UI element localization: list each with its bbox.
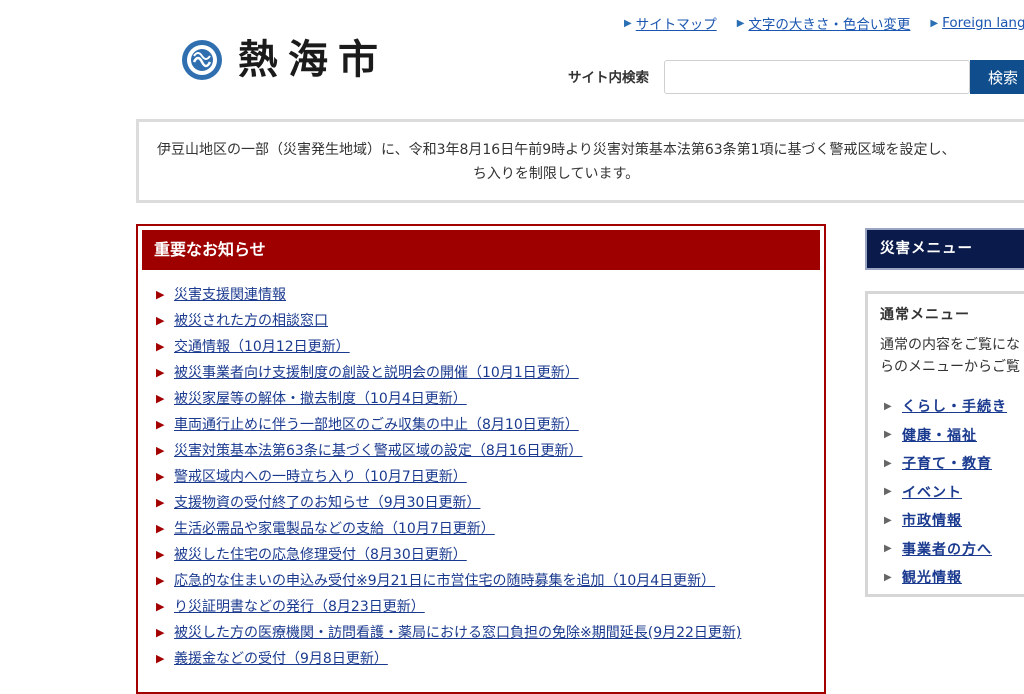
list-item: ▶ 応急的な住まいの申込み受付※9月21日に市営住宅の随時募集を追加（10月4日更… bbox=[156, 568, 741, 594]
logo-text: 熱海市 bbox=[238, 36, 388, 83]
alert-text-line2: ち入りを制限しています。 bbox=[472, 166, 640, 182]
notice-title: 重要なお知らせ bbox=[142, 230, 820, 270]
menu-link[interactable]: 健康・福祉 bbox=[902, 425, 977, 445]
important-notices-panel: 重要なお知らせ ▶ 災害支援関連情報 ▶ 被災された方の相談窓口 ▶ 交通情報（10月… bbox=[136, 224, 826, 694]
site-logo[interactable]: 熱海市 bbox=[180, 36, 388, 84]
list-item: ▶ 義援金などの受付（9月8日更新） bbox=[156, 646, 741, 672]
arrow-right-icon: ▶ bbox=[156, 548, 165, 561]
list-item: ▶ 被災した方の医療機関・訪問看護・薬局における窓口負担の免除※期間延長(9月22… bbox=[156, 620, 741, 646]
menu-link[interactable]: イベント bbox=[902, 482, 962, 502]
arrow-right-icon: ▶ bbox=[156, 522, 165, 535]
notice-link[interactable]: 応急的な住まいの申込み受付※9月21日に市営住宅の随時募集を追加（10月4日更新… bbox=[174, 568, 715, 594]
utility-link-foreign[interactable]: ▶ Foreign lang bbox=[930, 13, 1024, 33]
sitemap-link[interactable]: サイトマップ bbox=[636, 13, 717, 33]
notice-link[interactable]: 被災家屋等の解体・撤去制度（10月4日更新） bbox=[174, 386, 467, 412]
triangle-right-icon: ▶ bbox=[884, 486, 892, 498]
menu-link[interactable]: 子育て・教育 bbox=[902, 453, 992, 473]
notice-link[interactable]: 災害対策基本法第63条に基づく警戒区域の設定（8月16日更新） bbox=[174, 438, 583, 464]
disaster-menu-button[interactable]: 災害メニュー bbox=[865, 228, 1024, 270]
notice-link[interactable]: 生活必需品や家電製品などの支給（10月7日更新） bbox=[174, 516, 495, 542]
normal-menu-panel: 通常メニュー 通常の内容をご覧にな らのメニューからご覧 ▶ くらし・手続き ▶ 健… bbox=[865, 291, 1024, 597]
notice-link[interactable]: 車両通行止めに伴う一部地区のごみ収集の中止（8月10日更新） bbox=[174, 412, 579, 438]
triangle-right-icon: ▶ bbox=[884, 457, 892, 469]
arrow-right-icon: ▶ bbox=[156, 314, 165, 327]
menu-link[interactable]: 事業者の方へ bbox=[902, 539, 992, 559]
triangle-right-icon: ▶ bbox=[884, 543, 892, 555]
notice-link[interactable]: 被災された方の相談窓口 bbox=[174, 308, 328, 334]
triangle-right-icon: ▶ bbox=[930, 17, 939, 29]
normal-menu-desc-line1: 通常の内容をご覧にな bbox=[880, 337, 1020, 353]
menu-item-tourism: ▶ 観光情報 bbox=[884, 563, 1007, 592]
menu-link[interactable]: くらし・手続き bbox=[902, 396, 1007, 416]
triangle-right-icon: ▶ bbox=[884, 514, 892, 526]
notice-link[interactable]: 義援金などの受付（9月8日更新） bbox=[174, 646, 388, 672]
notice-link[interactable]: 警戒区域内への一時立ち入り（10月7日更新） bbox=[174, 464, 467, 490]
menu-item-health: ▶ 健康・福祉 bbox=[884, 421, 1007, 450]
menu-link[interactable]: 観光情報 bbox=[902, 567, 962, 587]
alert-banner: 伊豆山地区の一部（災害発生地域）に、令和3年8月16日午前9時より災害対策基本法… bbox=[136, 119, 1024, 203]
utility-link-text-size[interactable]: ▶ 文字の大きさ・色合い変更 bbox=[737, 13, 911, 33]
menu-item-living: ▶ くらし・手続き bbox=[884, 392, 1007, 421]
alert-text-line1: 伊豆山地区の一部（災害発生地域）に、令和3年8月16日午前9時より災害対策基本法… bbox=[157, 142, 956, 158]
arrow-right-icon: ▶ bbox=[156, 496, 165, 509]
arrow-right-icon: ▶ bbox=[156, 288, 165, 301]
arrow-right-icon: ▶ bbox=[156, 392, 165, 405]
list-item: ▶ り災証明書などの発行（8月23日更新） bbox=[156, 594, 741, 620]
arrow-right-icon: ▶ bbox=[156, 470, 165, 483]
arrow-right-icon: ▶ bbox=[156, 366, 165, 379]
utility-links: ▶ サイトマップ ▶ 文字の大きさ・色合い変更 ▶ Foreign lang bbox=[624, 13, 1024, 33]
notice-link[interactable]: 被災した方の医療機関・訪問看護・薬局における窓口負担の免除※期間延長(9月22日… bbox=[174, 620, 741, 646]
text-size-color-link[interactable]: 文字の大きさ・色合い変更 bbox=[748, 13, 910, 33]
notice-link[interactable]: 被災事業者向け支援制度の創設と説明会の開催（10月1日更新） bbox=[174, 360, 579, 386]
foreign-language-link[interactable]: Foreign lang bbox=[942, 15, 1024, 31]
menu-item-business: ▶ 事業者の方へ bbox=[884, 535, 1007, 564]
list-item: ▶ 被災した住宅の応急修理受付（8月30日更新） bbox=[156, 542, 741, 568]
list-item: ▶ 警戒区域内への一時立ち入り（10月7日更新） bbox=[156, 464, 741, 490]
triangle-right-icon: ▶ bbox=[624, 17, 632, 29]
search-label: サイト内検索 bbox=[568, 70, 649, 86]
list-item: ▶ 災害支援関連情報 bbox=[156, 282, 741, 308]
menu-item-city-info: ▶ 市政情報 bbox=[884, 506, 1007, 535]
list-item: ▶ 車両通行止めに伴う一部地区のごみ収集の中止（8月10日更新） bbox=[156, 412, 741, 438]
arrow-right-icon: ▶ bbox=[156, 652, 165, 665]
city-emblem-icon bbox=[182, 40, 222, 80]
arrow-right-icon: ▶ bbox=[156, 626, 165, 639]
list-item: ▶ 支援物資の受付終了のお知らせ（9月30日更新） bbox=[156, 490, 741, 516]
list-item: ▶ 被災された方の相談窓口 bbox=[156, 308, 741, 334]
arrow-right-icon: ▶ bbox=[156, 574, 165, 587]
normal-menu-title: 通常メニュー bbox=[880, 307, 970, 323]
list-item: ▶ 災害対策基本法第63条に基づく警戒区域の設定（8月16日更新） bbox=[156, 438, 741, 464]
list-item: ▶ 生活必需品や家電製品などの支給（10月7日更新） bbox=[156, 516, 741, 542]
list-item: ▶ 被災家屋等の解体・撤去制度（10月4日更新） bbox=[156, 386, 741, 412]
list-item: ▶ 交通情報（10月12日更新） bbox=[156, 334, 741, 360]
notice-link[interactable]: 災害支援関連情報 bbox=[174, 282, 286, 308]
triangle-right-icon: ▶ bbox=[884, 571, 892, 583]
arrow-right-icon: ▶ bbox=[156, 600, 165, 613]
triangle-right-icon: ▶ bbox=[884, 429, 892, 441]
triangle-right-icon: ▶ bbox=[736, 17, 745, 29]
notice-link[interactable]: 支援物資の受付終了のお知らせ（9月30日更新） bbox=[174, 490, 480, 516]
arrow-right-icon: ▶ bbox=[156, 340, 165, 353]
notice-link[interactable]: 被災した住宅の応急修理受付（8月30日更新） bbox=[174, 542, 467, 568]
menu-item-childcare: ▶ 子育て・教育 bbox=[884, 449, 1007, 478]
notice-link[interactable]: 交通情報（10月12日更新） bbox=[174, 334, 350, 360]
utility-link-sitemap[interactable]: ▶ サイトマップ bbox=[624, 13, 717, 33]
notice-link[interactable]: り災証明書などの発行（8月23日更新） bbox=[174, 594, 425, 620]
normal-menu-list: ▶ くらし・手続き ▶ 健康・福祉 ▶ 子育て・教育 ▶ イベント ▶ 市政情報 ▶ 事業者… bbox=[884, 392, 1007, 592]
menu-item-events: ▶ イベント bbox=[884, 478, 1007, 507]
arrow-right-icon: ▶ bbox=[156, 418, 165, 431]
search-input[interactable] bbox=[664, 60, 970, 94]
triangle-right-icon: ▶ bbox=[884, 400, 892, 412]
normal-menu-description: 通常の内容をご覧にな らのメニューからご覧 bbox=[880, 334, 1024, 378]
arrow-right-icon: ▶ bbox=[156, 444, 165, 457]
list-item: ▶ 被災事業者向け支援制度の創設と説明会の開催（10月1日更新） bbox=[156, 360, 741, 386]
search-button[interactable]: 検索 bbox=[970, 60, 1024, 94]
notice-list: ▶ 災害支援関連情報 ▶ 被災された方の相談窓口 ▶ 交通情報（10月12日更新） ▶… bbox=[156, 282, 741, 672]
menu-link[interactable]: 市政情報 bbox=[902, 510, 962, 530]
normal-menu-desc-line2: らのメニューからご覧 bbox=[880, 359, 1020, 375]
